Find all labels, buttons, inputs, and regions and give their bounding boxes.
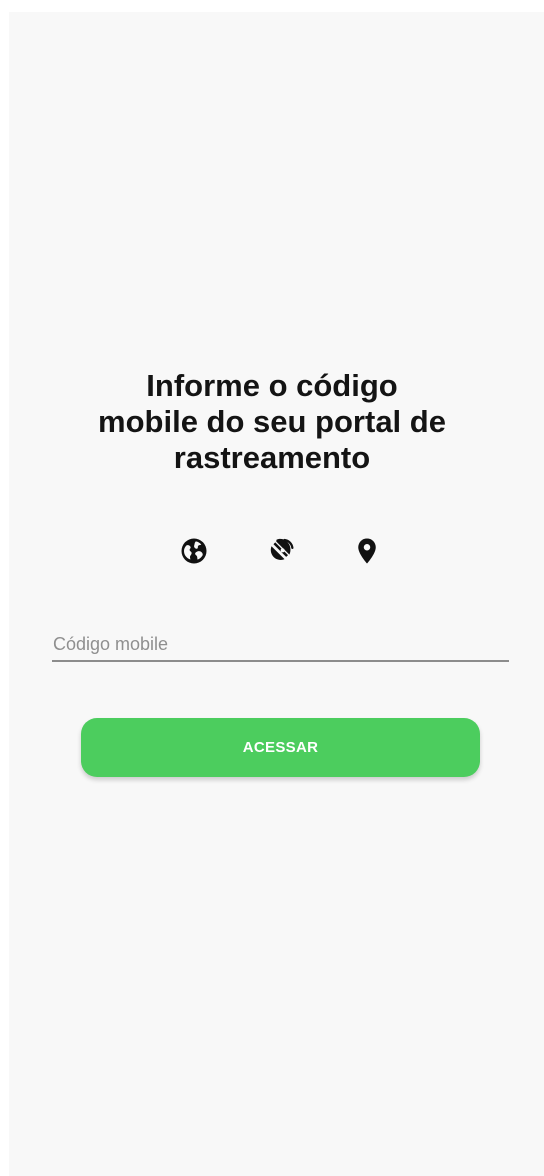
page-title: Informe o código mobile do seu portal de… <box>0 368 544 476</box>
app-screen <box>9 12 544 1176</box>
access-button[interactable]: ACESSAR <box>81 718 480 777</box>
location-pin-icon <box>352 536 382 566</box>
mobile-code-field <box>52 628 509 662</box>
mobile-code-input[interactable] <box>52 628 509 662</box>
satellite-dish-icon <box>267 536 297 566</box>
title-line-3: rastreamento <box>173 440 371 475</box>
globe-icon <box>179 536 209 566</box>
title-line-2: mobile do seu portal de <box>98 404 446 439</box>
title-line-1: Informe o código <box>146 368 398 403</box>
